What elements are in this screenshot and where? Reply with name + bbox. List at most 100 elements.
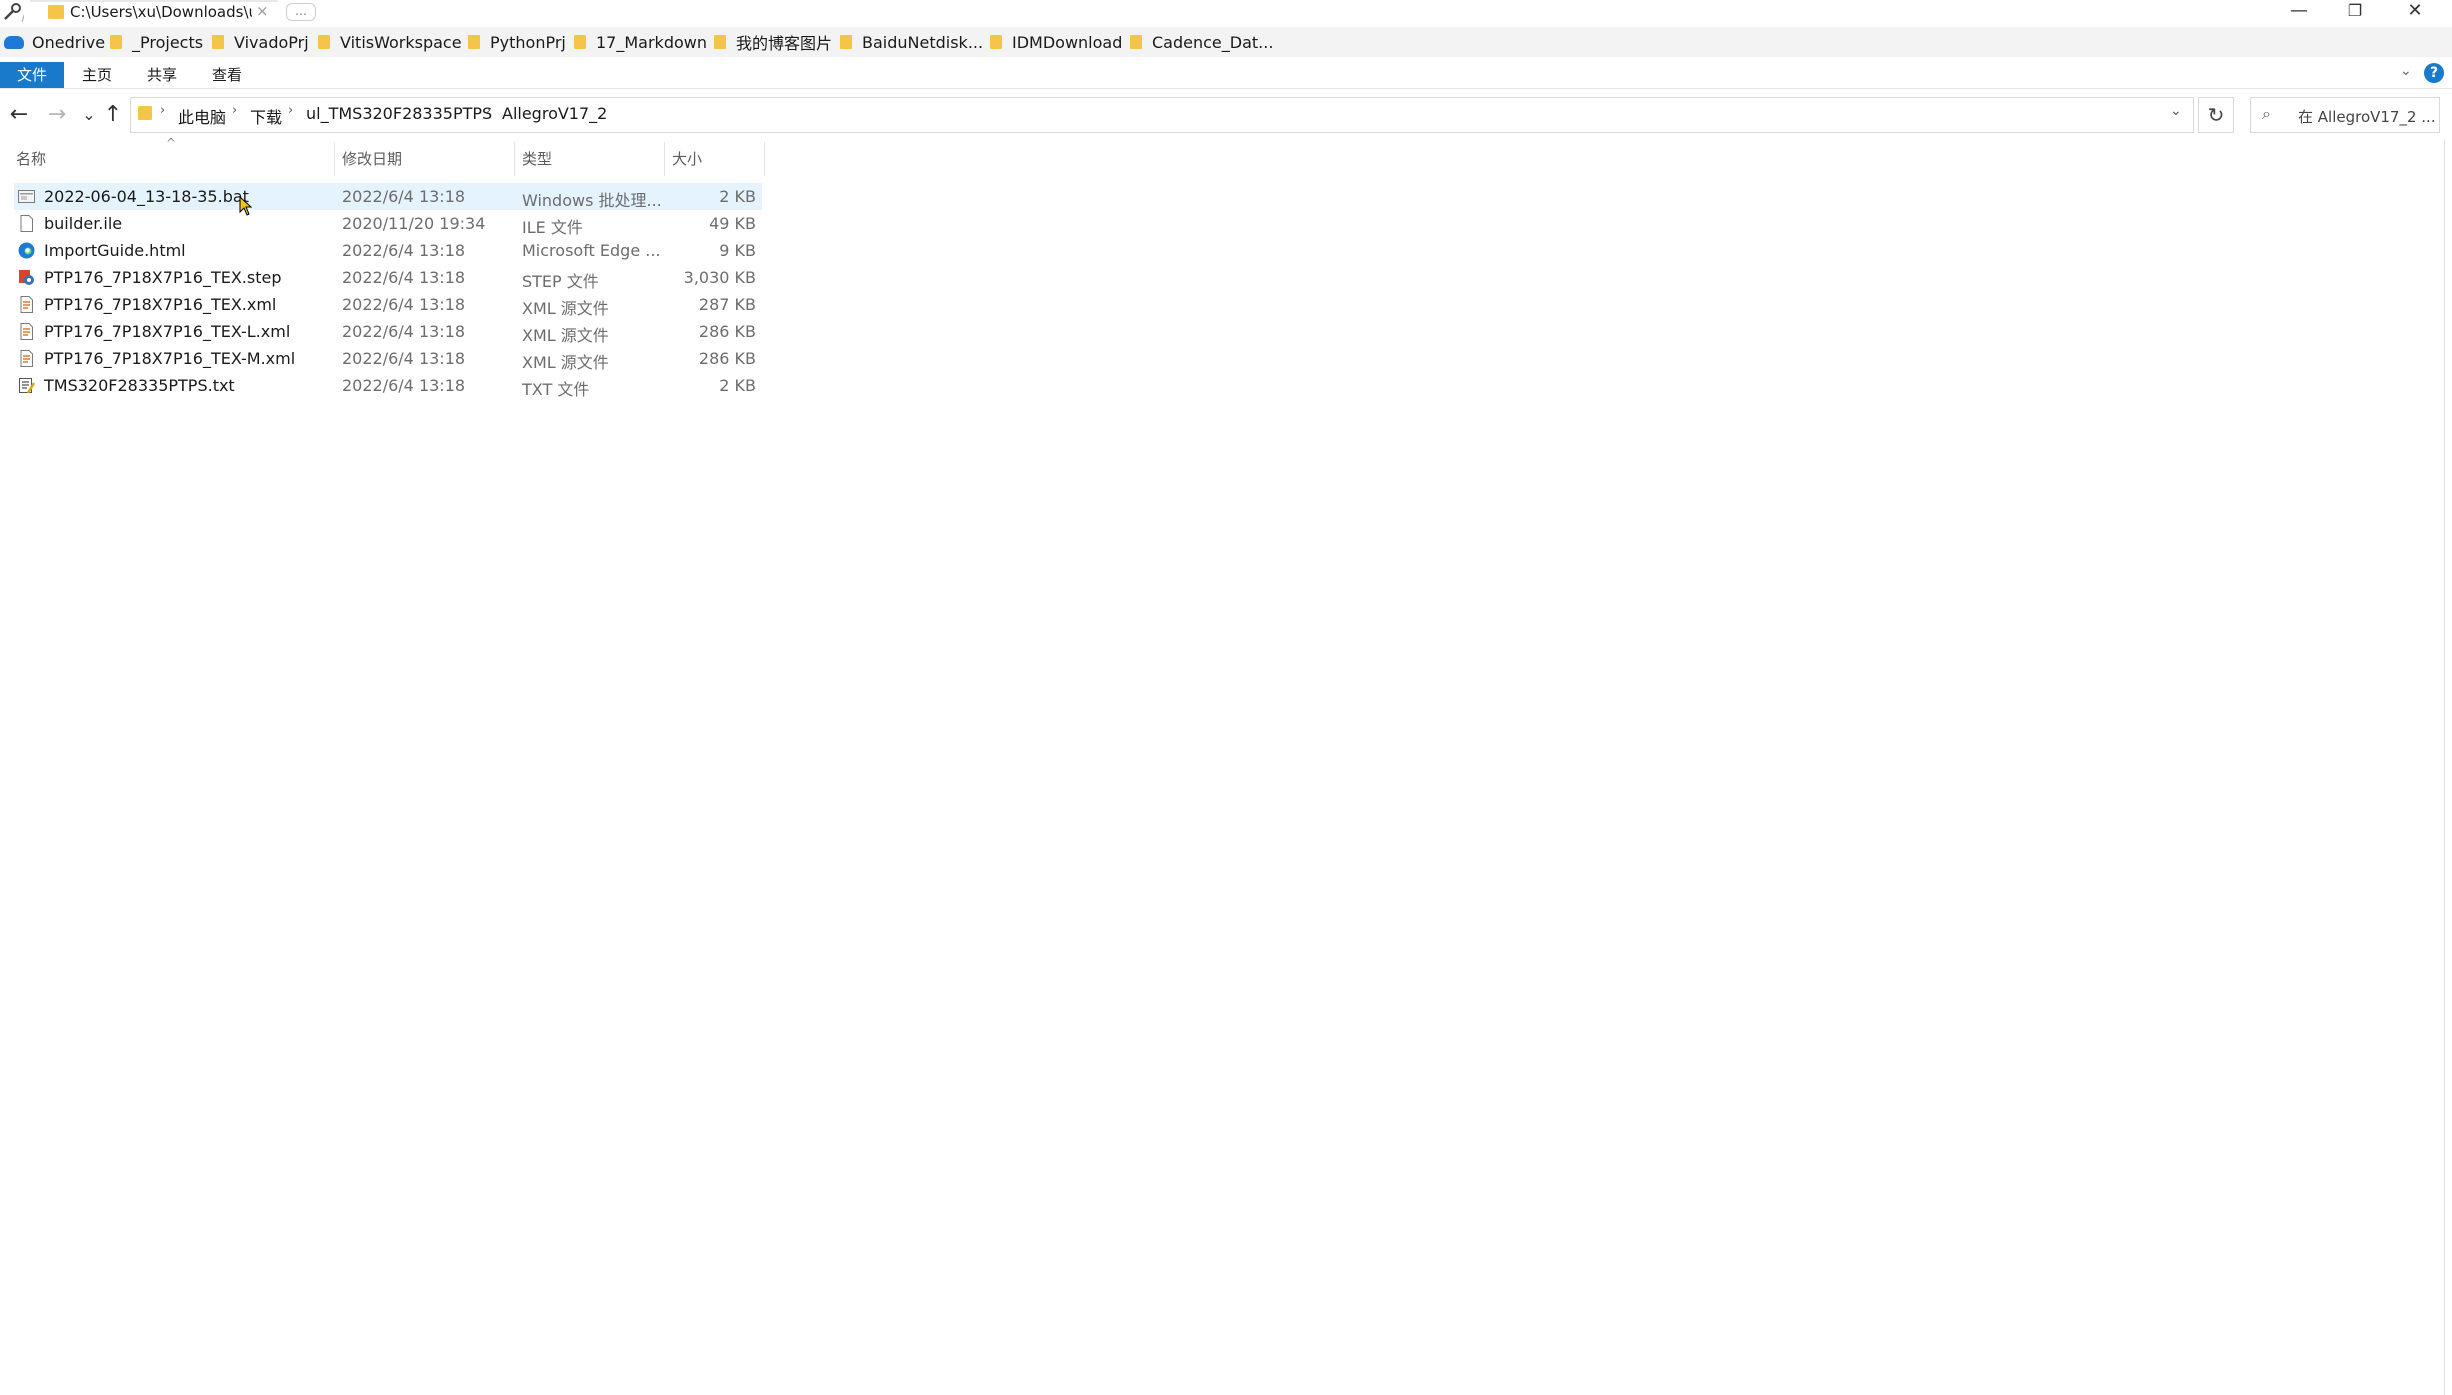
file-row[interactable]: ImportGuide.html 2022/6/4 13:18 Microsof… (14, 237, 762, 264)
file-size: 286 KB (698, 349, 756, 368)
help-icon[interactable]: ? (2424, 63, 2444, 83)
file-row[interactable]: TMS320F28335PTPS.txt 2022/6/4 13:18 TXT … (14, 372, 762, 399)
file-name: PTP176_7P18X7P16_TEX-L.xml (44, 322, 291, 341)
column-header-name[interactable]: 名称 (16, 148, 46, 169)
title-bar (0, 0, 2452, 26)
search-input[interactable]: 在 AllegroV17_2 ... (2298, 106, 2438, 127)
folder-icon (48, 5, 64, 19)
step-file-icon (19, 270, 34, 285)
file-row[interactable]: PTP176_7P18X7P16_TEX-M.xml 2022/6/4 13:1… (14, 345, 762, 372)
favorite-vitisworkspace[interactable]: VitisWorkspace (318, 29, 462, 55)
folder-icon (574, 35, 586, 49)
favorite-onedrive[interactable]: Onedrive (4, 29, 105, 55)
breadcrumb-current[interactable]: AllegroV17_2 (502, 104, 607, 123)
text-file-icon (19, 378, 35, 394)
file-name: ImportGuide.html (44, 241, 186, 260)
favorite-baidunetdisk[interactable]: BaiduNetdisk... (840, 29, 983, 55)
file-name: PTP176_7P18X7P16_TEX.step (44, 268, 282, 287)
recent-locations-button[interactable]: ⌄ (76, 100, 102, 130)
column-divider[interactable] (514, 142, 515, 176)
file-row[interactable]: builder.ile 2020/11/20 19:34 ILE 文件 49 K… (14, 210, 762, 237)
new-tab-button[interactable]: … (286, 3, 316, 21)
file-type: XML 源文件 (522, 326, 609, 345)
search-icon: ⌕ (2262, 104, 2271, 123)
restore-button[interactable]: ❐ (2328, 0, 2382, 24)
chevron-right-icon[interactable]: › (160, 103, 165, 118)
ribbon-bar (0, 58, 2452, 89)
close-window-button[interactable]: ✕ (2388, 0, 2442, 24)
breadcrumb-project[interactable]: ul_TMS320F28335PTPS (306, 104, 492, 123)
batch-file-icon (18, 190, 35, 203)
chevron-right-icon[interactable]: › (288, 103, 293, 118)
file-name: TMS320F28335PTPS.txt (44, 376, 235, 395)
file-date: 2022/6/4 13:18 (342, 349, 466, 368)
favorite-projects[interactable]: _Projects (110, 29, 203, 55)
file-size: 3,030 KB (683, 268, 756, 287)
file-date: 2022/6/4 13:18 (342, 322, 466, 341)
favorite-blog-images[interactable]: 我的博客图片 (714, 29, 832, 55)
breadcrumb-this-pc[interactable]: 此电脑 (178, 104, 226, 128)
minimize-button[interactable]: — (2272, 0, 2326, 24)
column-divider[interactable] (334, 142, 335, 176)
file-name: 2022-06-04_13-18-35.bat (44, 187, 249, 206)
file-name: builder.ile (44, 214, 123, 233)
file-row[interactable]: PTP176_7P18X7P16_TEX.xml 2022/6/4 13:18 … (14, 291, 762, 318)
column-divider[interactable] (764, 142, 765, 176)
xml-file-icon (20, 350, 33, 367)
up-button[interactable]: ↑ (100, 100, 126, 130)
mouse-cursor-icon (239, 196, 253, 216)
sort-ascending-icon: ^ (166, 136, 177, 150)
file-type: Microsoft Edge ... (522, 241, 661, 260)
favorite-markdown[interactable]: 17_Markdown (574, 29, 707, 55)
favorite-pythonprj[interactable]: PythonPrj (468, 29, 566, 55)
file-date: 2022/6/4 13:18 (342, 268, 466, 287)
favorite-vivadoprj[interactable]: VivadoPrj (212, 29, 309, 55)
file-type: STEP 文件 (522, 272, 599, 291)
tab-title: C:\Users\xu\Downloads\u (70, 3, 252, 21)
folder-icon (318, 35, 330, 49)
refresh-button[interactable]: ↻ (2198, 97, 2234, 133)
file-size: 2 KB (719, 187, 756, 206)
file-size: 49 KB (709, 214, 756, 233)
folder-icon (1130, 35, 1142, 49)
column-divider[interactable] (664, 142, 665, 176)
file-date: 2022/6/4 13:18 (342, 295, 466, 314)
scrollbar-track[interactable] (2444, 140, 2445, 1395)
file-date: 2022/6/4 13:18 (342, 187, 466, 206)
address-dropdown-icon[interactable]: ⌄ (2170, 103, 2182, 119)
edge-html-icon (18, 242, 35, 259)
column-header-type[interactable]: 类型 (522, 148, 552, 169)
chevron-right-icon[interactable]: › (232, 103, 237, 118)
file-type: XML 源文件 (522, 353, 609, 372)
folder-icon (714, 35, 726, 49)
folder-icon (138, 106, 152, 120)
file-row[interactable]: PTP176_7P18X7P16_TEX-L.xml 2022/6/4 13:1… (14, 318, 762, 345)
xml-file-icon (20, 296, 33, 313)
file-type: Windows 批处理... (522, 191, 662, 210)
tab-close-icon[interactable]: × (256, 2, 269, 20)
favorite-idmdownload[interactable]: IDMDownload (990, 29, 1122, 55)
favorite-cadence[interactable]: Cadence_Dat... (1130, 29, 1273, 55)
file-date: 2022/6/4 13:18 (342, 241, 466, 260)
column-header-size[interactable]: 大小 (672, 148, 702, 169)
wrench-icon[interactable] (2, 2, 24, 22)
tab-view[interactable]: 查看 (212, 62, 242, 88)
tab-home[interactable]: 主页 (82, 62, 112, 88)
folder-icon (840, 35, 852, 49)
column-header-date[interactable]: 修改日期 (342, 148, 402, 169)
generic-file-icon (20, 215, 33, 232)
favorites-bar: Onedrive _Projects VivadoPrj VitisWorksp… (0, 27, 2452, 57)
forward-button[interactable]: → (44, 100, 70, 130)
file-size: 2 KB (719, 376, 756, 395)
file-size: 9 KB (719, 241, 756, 260)
file-row[interactable]: 2022-06-04_13-18-35.bat 2022/6/4 13:18 W… (14, 183, 762, 210)
breadcrumb-downloads[interactable]: 下载 (250, 104, 282, 128)
chevron-right-icon[interactable]: › (486, 103, 491, 118)
back-button[interactable]: ← (6, 100, 32, 130)
ribbon-expand-icon[interactable]: ⌄ (2400, 63, 2412, 79)
file-row[interactable]: PTP176_7P18X7P16_TEX.step 2022/6/4 13:18… (14, 264, 762, 291)
file-size: 286 KB (698, 322, 756, 341)
file-date: 2022/6/4 13:18 (342, 376, 466, 395)
tab-file[interactable]: 文件 (0, 62, 64, 88)
tab-share[interactable]: 共享 (147, 62, 177, 88)
